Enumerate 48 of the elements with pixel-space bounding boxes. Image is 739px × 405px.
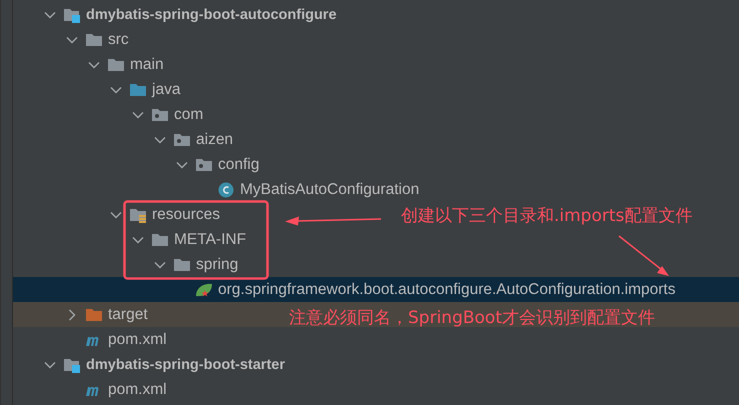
folder-icon	[85, 32, 103, 48]
file-name: aizen	[196, 130, 234, 148]
tree-row[interactable]: resources	[13, 202, 224, 227]
file-name: dmybatis-spring-boot-autoconfigure	[86, 6, 337, 22]
spring-leaf-icon	[195, 282, 213, 298]
resources-folder-icon	[129, 206, 147, 222]
folder-icon	[85, 306, 103, 322]
file-name: com	[174, 106, 204, 124]
tree-row[interactable]: MyBatisAutoConfiguration	[13, 177, 424, 202]
file-name: META-INF	[174, 230, 246, 248]
file-name: main	[130, 56, 164, 74]
file-name: target	[108, 306, 148, 324]
tree-row[interactable]: META-INF	[13, 227, 250, 252]
annotation-text: 注意必须同名，SpringBoot才会识别到配置文件	[289, 307, 655, 329]
tree-row[interactable]: org.springframework.boot.autoconfigure.AutoConfiguration.imports	[13, 277, 739, 302]
class-icon	[217, 182, 235, 198]
file-name: java	[152, 80, 180, 98]
tree-row[interactable]: pom.xml	[13, 377, 171, 402]
file-name: org.springframework.boot.autoconfigure.AutoConfiguration.imports	[218, 280, 676, 298]
file-name: MyBatisAutoConfiguration	[240, 180, 420, 198]
tree-row[interactable]: aizen	[13, 127, 238, 152]
folder-icon	[107, 56, 125, 72]
module-icon	[63, 6, 81, 22]
package-icon	[151, 106, 169, 122]
tree-row[interactable]: config	[13, 152, 264, 177]
file-name: pom.xml	[108, 330, 167, 348]
package-icon	[173, 132, 191, 148]
folder-icon	[151, 232, 169, 248]
arrow	[618, 235, 670, 277]
tree-row[interactable]: spring	[13, 252, 242, 277]
file-name: config	[218, 156, 260, 174]
file-name: spring	[196, 256, 238, 274]
file-name: resources	[152, 206, 220, 224]
file-name: pom.xml	[108, 380, 167, 398]
file-name: src	[108, 30, 129, 48]
module-icon	[63, 356, 81, 372]
tree-row[interactable]: dmybatis-spring-boot-starter	[13, 352, 289, 377]
package-icon	[195, 156, 213, 172]
file-name: dmybatis-spring-boot-starter	[86, 356, 285, 372]
folder-icon	[129, 82, 147, 98]
folder-icon	[173, 256, 191, 272]
tree-row[interactable]: com	[13, 102, 208, 127]
tree-row[interactable]: src	[13, 27, 133, 52]
tree-row[interactable]: dmybatis-spring-boot-autoconfigure	[13, 2, 341, 27]
tree-row[interactable]: java	[13, 77, 184, 102]
annotation-text: 创建以下三个目录和.imports配置文件	[401, 205, 692, 227]
tree-row[interactable]: main	[13, 52, 168, 77]
tree-row[interactable]: pom.xml	[13, 327, 171, 352]
